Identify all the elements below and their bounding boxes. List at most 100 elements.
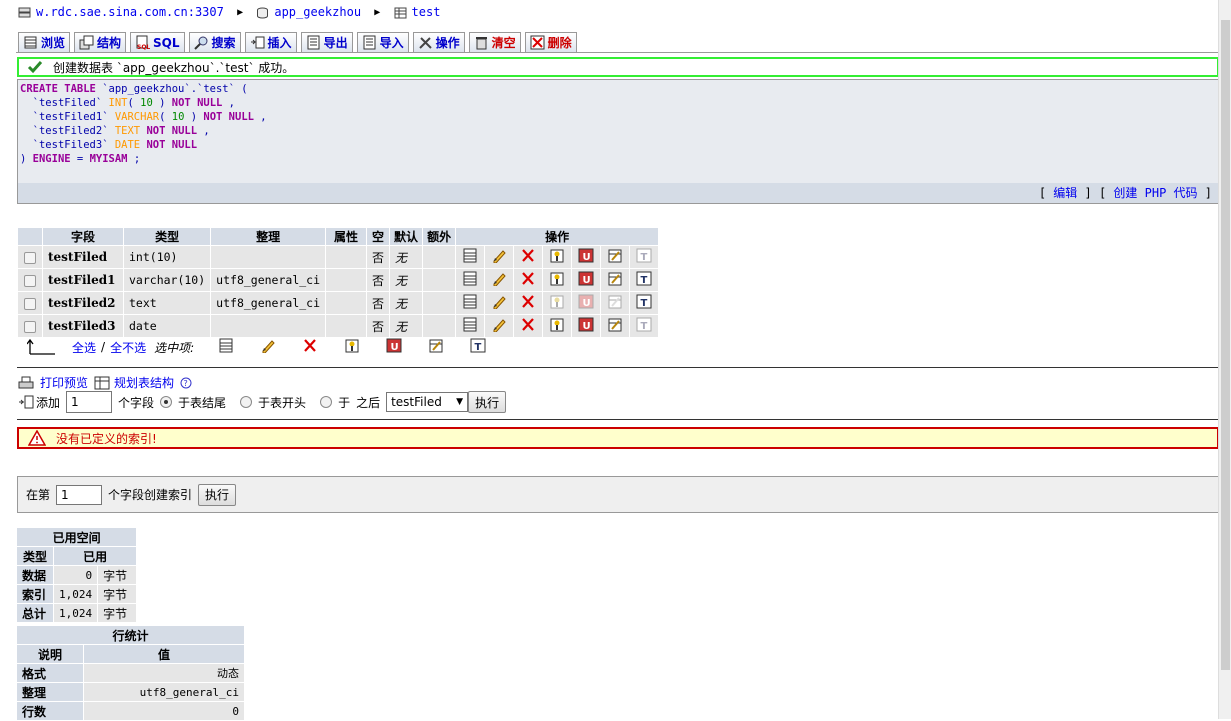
svg-text:SQL: SQL bbox=[137, 44, 150, 50]
add-index-icon[interactable] bbox=[601, 292, 630, 314]
delete-x-icon[interactable] bbox=[514, 292, 543, 314]
bulk-fulltext-index-icon[interactable]: T bbox=[470, 338, 486, 356]
delete-x-icon[interactable] bbox=[514, 315, 543, 337]
row-checkbox[interactable] bbox=[18, 292, 42, 314]
add-index-icon[interactable] bbox=[601, 315, 630, 337]
field-attributes bbox=[326, 315, 367, 337]
browse-distinct-icon[interactable] bbox=[456, 315, 485, 337]
tab-operations[interactable]: 操作 bbox=[412, 32, 465, 52]
unique-index-icon[interactable]: U bbox=[572, 292, 601, 314]
stat-value: 动态 bbox=[84, 664, 244, 682]
bulk-add-index-icon[interactable] bbox=[428, 338, 444, 356]
empty-icon bbox=[475, 37, 487, 50]
space-unit: 字节 bbox=[98, 585, 137, 603]
at-beginning-radio[interactable] bbox=[240, 396, 253, 408]
tab-browse[interactable]: 浏览 bbox=[18, 32, 71, 52]
breadcrumb-database-link[interactable]: app_geekzhou bbox=[274, 5, 361, 19]
index-column-count-input[interactable] bbox=[56, 484, 103, 505]
tab-export[interactable]: 导出 bbox=[300, 32, 353, 52]
breadcrumb-table-link[interactable]: test bbox=[412, 5, 441, 19]
bulk-browse-distinct-icon[interactable] bbox=[218, 338, 234, 356]
fulltext-index-icon[interactable]: T bbox=[630, 269, 659, 291]
help-icon[interactable]: ? bbox=[180, 377, 192, 389]
tab-structure[interactable]: 结构 bbox=[74, 32, 127, 52]
space-usage-table: 已用空间 类型 已用 数据 0 字节 索引 1,024 字节 总计 1,024 字节 bbox=[16, 527, 137, 623]
add-field-count-input[interactable] bbox=[66, 391, 113, 413]
primary-key-icon[interactable] bbox=[543, 315, 572, 337]
bulk-unique-index-icon[interactable]: U bbox=[386, 338, 402, 356]
primary-key-icon[interactable] bbox=[543, 292, 572, 314]
primary-key-icon[interactable] bbox=[543, 246, 572, 268]
tab-import[interactable]: 导入 bbox=[356, 32, 409, 52]
create-php-code-link[interactable]: 创建 PHP 代码 bbox=[1113, 186, 1197, 200]
tab-label: 删除 bbox=[547, 36, 572, 50]
extra-header: 额外 bbox=[423, 228, 456, 245]
no-index-text: 没有已定义的索引! bbox=[56, 431, 157, 446]
table-row: 整理 utf8_general_ci bbox=[17, 683, 244, 701]
divider bbox=[17, 367, 1219, 368]
action-header: 操作 bbox=[456, 228, 659, 245]
svg-text:T: T bbox=[641, 321, 648, 332]
unique-index-icon[interactable]: U bbox=[572, 315, 601, 337]
unique-index-icon[interactable]: U bbox=[572, 269, 601, 291]
tab-search[interactable]: 搜索 bbox=[188, 32, 241, 52]
stat-value-header: 值 bbox=[84, 645, 244, 663]
add-index-icon[interactable] bbox=[601, 246, 630, 268]
table-row: testFiled int(10) 否 无 U T bbox=[18, 246, 659, 268]
null-header: 空 bbox=[367, 228, 390, 245]
fulltext-index-icon[interactable]: T bbox=[630, 315, 659, 337]
field-type: varchar(10) bbox=[124, 269, 211, 291]
row-checkbox[interactable] bbox=[18, 246, 42, 268]
breadcrumb-server-link[interactable]: w.rdc.sae.sina.com.cn:3307 bbox=[36, 5, 224, 19]
add-fields-go-button[interactable]: 执行 bbox=[468, 391, 507, 413]
browse-distinct-icon[interactable] bbox=[456, 292, 485, 314]
bulk-edit-pencil-icon[interactable] bbox=[260, 338, 276, 356]
tab-label: 导入 bbox=[379, 36, 404, 50]
scrollbar-thumb[interactable] bbox=[1221, 20, 1230, 670]
fulltext-index-icon[interactable]: T bbox=[630, 246, 659, 268]
edit-pencil-icon[interactable] bbox=[485, 269, 514, 291]
add-label: 添加 bbox=[36, 395, 61, 410]
row-checkbox[interactable] bbox=[18, 315, 42, 337]
add-index-icon[interactable] bbox=[601, 269, 630, 291]
export-icon bbox=[307, 35, 320, 50]
svg-text:?: ? bbox=[184, 379, 188, 388]
after-field-radio[interactable] bbox=[320, 396, 333, 408]
after-field-select[interactable]: testFiled ▼ bbox=[386, 392, 469, 412]
create-index-go-button[interactable]: 执行 bbox=[198, 483, 237, 506]
uncheck-all-link[interactable]: 全不选 bbox=[110, 339, 146, 356]
field-extra bbox=[423, 292, 456, 314]
space-value: 1,024 bbox=[54, 585, 98, 603]
browse-distinct-icon[interactable] bbox=[456, 269, 485, 291]
unique-index-icon[interactable]: U bbox=[572, 246, 601, 268]
field-type: int(10) bbox=[124, 246, 211, 268]
check-all-link[interactable]: 全选 bbox=[72, 339, 96, 356]
bulk-delete-x-icon[interactable] bbox=[302, 338, 318, 356]
row-checkbox[interactable] bbox=[18, 269, 42, 291]
delete-x-icon[interactable] bbox=[514, 269, 543, 291]
tab-insert[interactable]: 插入 bbox=[244, 32, 297, 52]
edit-pencil-icon[interactable] bbox=[485, 246, 514, 268]
tab-empty[interactable]: 清空 bbox=[468, 32, 521, 52]
tab-sql[interactable]: SQL SQL bbox=[130, 32, 185, 52]
at-beginning-label: 于表开头 bbox=[258, 395, 307, 410]
propose-structure-icon bbox=[94, 376, 110, 389]
fulltext-index-icon[interactable]: T bbox=[630, 292, 659, 314]
stat-name-header: 说明 bbox=[17, 645, 83, 663]
print-view-link[interactable]: 打印预览 bbox=[40, 374, 88, 391]
attributes-header: 属性 bbox=[326, 228, 367, 245]
propose-structure-link[interactable]: 规划表结构 bbox=[114, 374, 174, 391]
field-collation: utf8_general_ci bbox=[211, 292, 326, 314]
browse-distinct-icon[interactable] bbox=[456, 246, 485, 268]
edit-pencil-icon[interactable] bbox=[485, 315, 514, 337]
vertical-scrollbar[interactable] bbox=[1218, 0, 1231, 719]
delete-x-icon[interactable] bbox=[514, 246, 543, 268]
edit-pencil-icon[interactable] bbox=[485, 292, 514, 314]
primary-key-icon[interactable] bbox=[543, 269, 572, 291]
bulk-primary-key-icon[interactable] bbox=[344, 338, 360, 356]
default-header: 默认 bbox=[390, 228, 423, 245]
tab-drop[interactable]: 删除 bbox=[524, 32, 577, 52]
space-used-header: 已用 bbox=[54, 547, 137, 565]
edit-sql-link[interactable]: 编辑 bbox=[1053, 186, 1077, 200]
at-end-radio[interactable] bbox=[160, 396, 173, 408]
